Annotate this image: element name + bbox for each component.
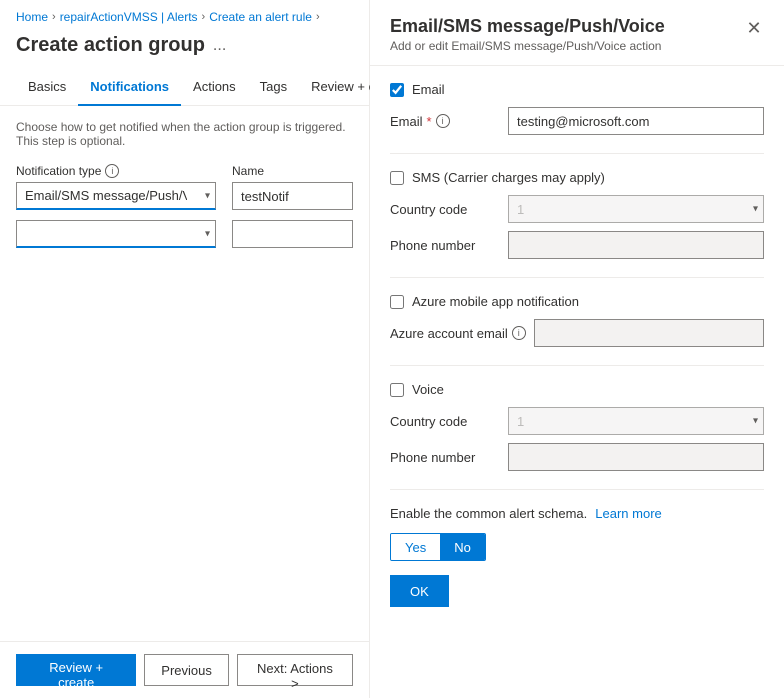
sms-country-code-select[interactable]: 1 [508, 195, 764, 223]
breadcrumb-home[interactable]: Home [16, 10, 48, 24]
panel-subtitle: Add or edit Email/SMS message/Push/Voice… [390, 39, 764, 53]
breadcrumb-alerts[interactable]: repairActionVMSS | Alerts [60, 10, 198, 24]
left-footer: Review + create Previous Next: Actions > [0, 641, 369, 698]
next-button[interactable]: Next: Actions > [237, 654, 353, 686]
email-required-star: * [427, 114, 432, 129]
email-field-row: Email * i [390, 107, 764, 135]
voice-section-label[interactable]: Voice [412, 382, 444, 397]
azure-account-email-label: Azure account email i [390, 326, 526, 341]
azure-account-email-info-icon[interactable]: i [512, 326, 526, 340]
schema-label: Enable the common alert schema. [390, 506, 587, 521]
voice-country-code-select[interactable]: 1 [508, 407, 764, 435]
email-input[interactable] [508, 107, 764, 135]
azure-account-email-row: Azure account email i [390, 319, 764, 347]
email-section: Email Email * i [390, 82, 764, 135]
sms-checkbox-row: SMS (Carrier charges may apply) [390, 170, 764, 185]
email-field-label: Email * i [390, 114, 500, 129]
sms-phone-input[interactable] [508, 231, 764, 259]
schema-toggle-group: Yes No [390, 533, 486, 561]
sms-country-code-label: Country code [390, 202, 500, 217]
second-select-wrapper: ▾ [16, 220, 216, 248]
divider-3 [390, 365, 764, 366]
sms-phone-label: Phone number [390, 238, 500, 253]
tab-tags[interactable]: Tags [248, 69, 299, 106]
notification-form-row: Notification type i Email/SMS message/Pu… [16, 164, 353, 210]
learn-more-link[interactable]: Learn more [595, 506, 661, 521]
notification-type-select[interactable]: Email/SMS message/Push/Voice [16, 182, 216, 210]
email-checkbox-row: Email [390, 82, 764, 97]
more-options-icon[interactable]: ... [213, 37, 226, 55]
sms-section-label[interactable]: SMS (Carrier charges may apply) [412, 170, 605, 185]
azure-account-email-input[interactable] [534, 319, 764, 347]
voice-phone-row: Phone number [390, 443, 764, 471]
notification-type-select-wrapper: Email/SMS message/Push/Voice ▾ [16, 182, 216, 210]
divider-2 [390, 277, 764, 278]
tab-bar: Basics Notifications Actions Tags Review… [0, 69, 369, 106]
second-name-input[interactable] [232, 220, 353, 248]
voice-phone-input[interactable] [508, 443, 764, 471]
voice-country-code-label: Country code [390, 414, 500, 429]
panel-body: Email Email * i SMS (Carrier charges may… [370, 66, 784, 698]
tab-basics[interactable]: Basics [16, 69, 78, 106]
name-label: Name [232, 164, 353, 178]
toggle-row: Yes No [390, 533, 764, 561]
breadcrumb-create-alert[interactable]: Create an alert rule [209, 10, 312, 24]
second-name-group [232, 220, 353, 248]
voice-checkbox-row: Voice [390, 382, 764, 397]
left-panel: Home › repairActionVMSS | Alerts › Creat… [0, 0, 370, 698]
sms-checkbox[interactable] [390, 171, 404, 185]
email-checkbox[interactable] [390, 83, 404, 97]
second-notification-type-group: ▾ [16, 220, 216, 248]
divider-4 [390, 489, 764, 490]
azure-app-section: Azure mobile app notification Azure acco… [390, 294, 764, 347]
sms-country-code-row: Country code 1 ▾ [390, 195, 764, 223]
notification-type-group: Notification type i Email/SMS message/Pu… [16, 164, 216, 210]
azure-app-section-label[interactable]: Azure mobile app notification [412, 294, 579, 309]
tab-notifications[interactable]: Notifications [78, 69, 181, 106]
panel-title: Email/SMS message/Push/Voice [390, 16, 764, 37]
step-description: Choose how to get notified when the acti… [16, 120, 353, 148]
second-form-row: ▾ [16, 220, 353, 248]
email-info-icon[interactable]: i [436, 114, 450, 128]
right-panel: Email/SMS message/Push/Voice Add or edit… [370, 0, 784, 698]
ok-button[interactable]: OK [390, 575, 449, 607]
voice-phone-label: Phone number [390, 450, 500, 465]
notification-type-info-icon[interactable]: i [105, 164, 119, 178]
sms-phone-row: Phone number [390, 231, 764, 259]
name-input[interactable] [232, 182, 353, 210]
page-title: Create action group [16, 34, 205, 57]
email-section-label[interactable]: Email [412, 82, 445, 97]
breadcrumb: Home › repairActionVMSS | Alerts › Creat… [0, 0, 369, 30]
divider-1 [390, 153, 764, 154]
panel-header: Email/SMS message/Push/Voice Add or edit… [370, 0, 784, 66]
sms-section: SMS (Carrier charges may apply) Country … [390, 170, 764, 259]
voice-country-code-row: Country code 1 ▾ [390, 407, 764, 435]
voice-country-code-select-wrapper: 1 ▾ [508, 407, 764, 435]
left-content: Choose how to get notified when the acti… [0, 106, 369, 641]
azure-app-checkbox-row: Azure mobile app notification [390, 294, 764, 309]
page-title-row: Create action group ... [0, 30, 369, 69]
sms-country-code-select-wrapper: 1 ▾ [508, 195, 764, 223]
schema-no-button[interactable]: No [440, 534, 485, 560]
notification-type-label: Notification type i [16, 164, 216, 178]
schema-row: Enable the common alert schema. Learn mo… [390, 506, 764, 521]
name-group: Name [232, 164, 353, 210]
voice-section: Voice Country code 1 ▾ Phone number [390, 382, 764, 471]
voice-checkbox[interactable] [390, 383, 404, 397]
azure-app-checkbox[interactable] [390, 295, 404, 309]
tab-actions[interactable]: Actions [181, 69, 248, 106]
previous-button[interactable]: Previous [144, 654, 229, 686]
schema-yes-button[interactable]: Yes [391, 534, 440, 560]
second-notification-type-select[interactable] [16, 220, 216, 248]
close-button[interactable]: ✕ [740, 14, 768, 42]
review-create-button[interactable]: Review + create [16, 654, 136, 686]
